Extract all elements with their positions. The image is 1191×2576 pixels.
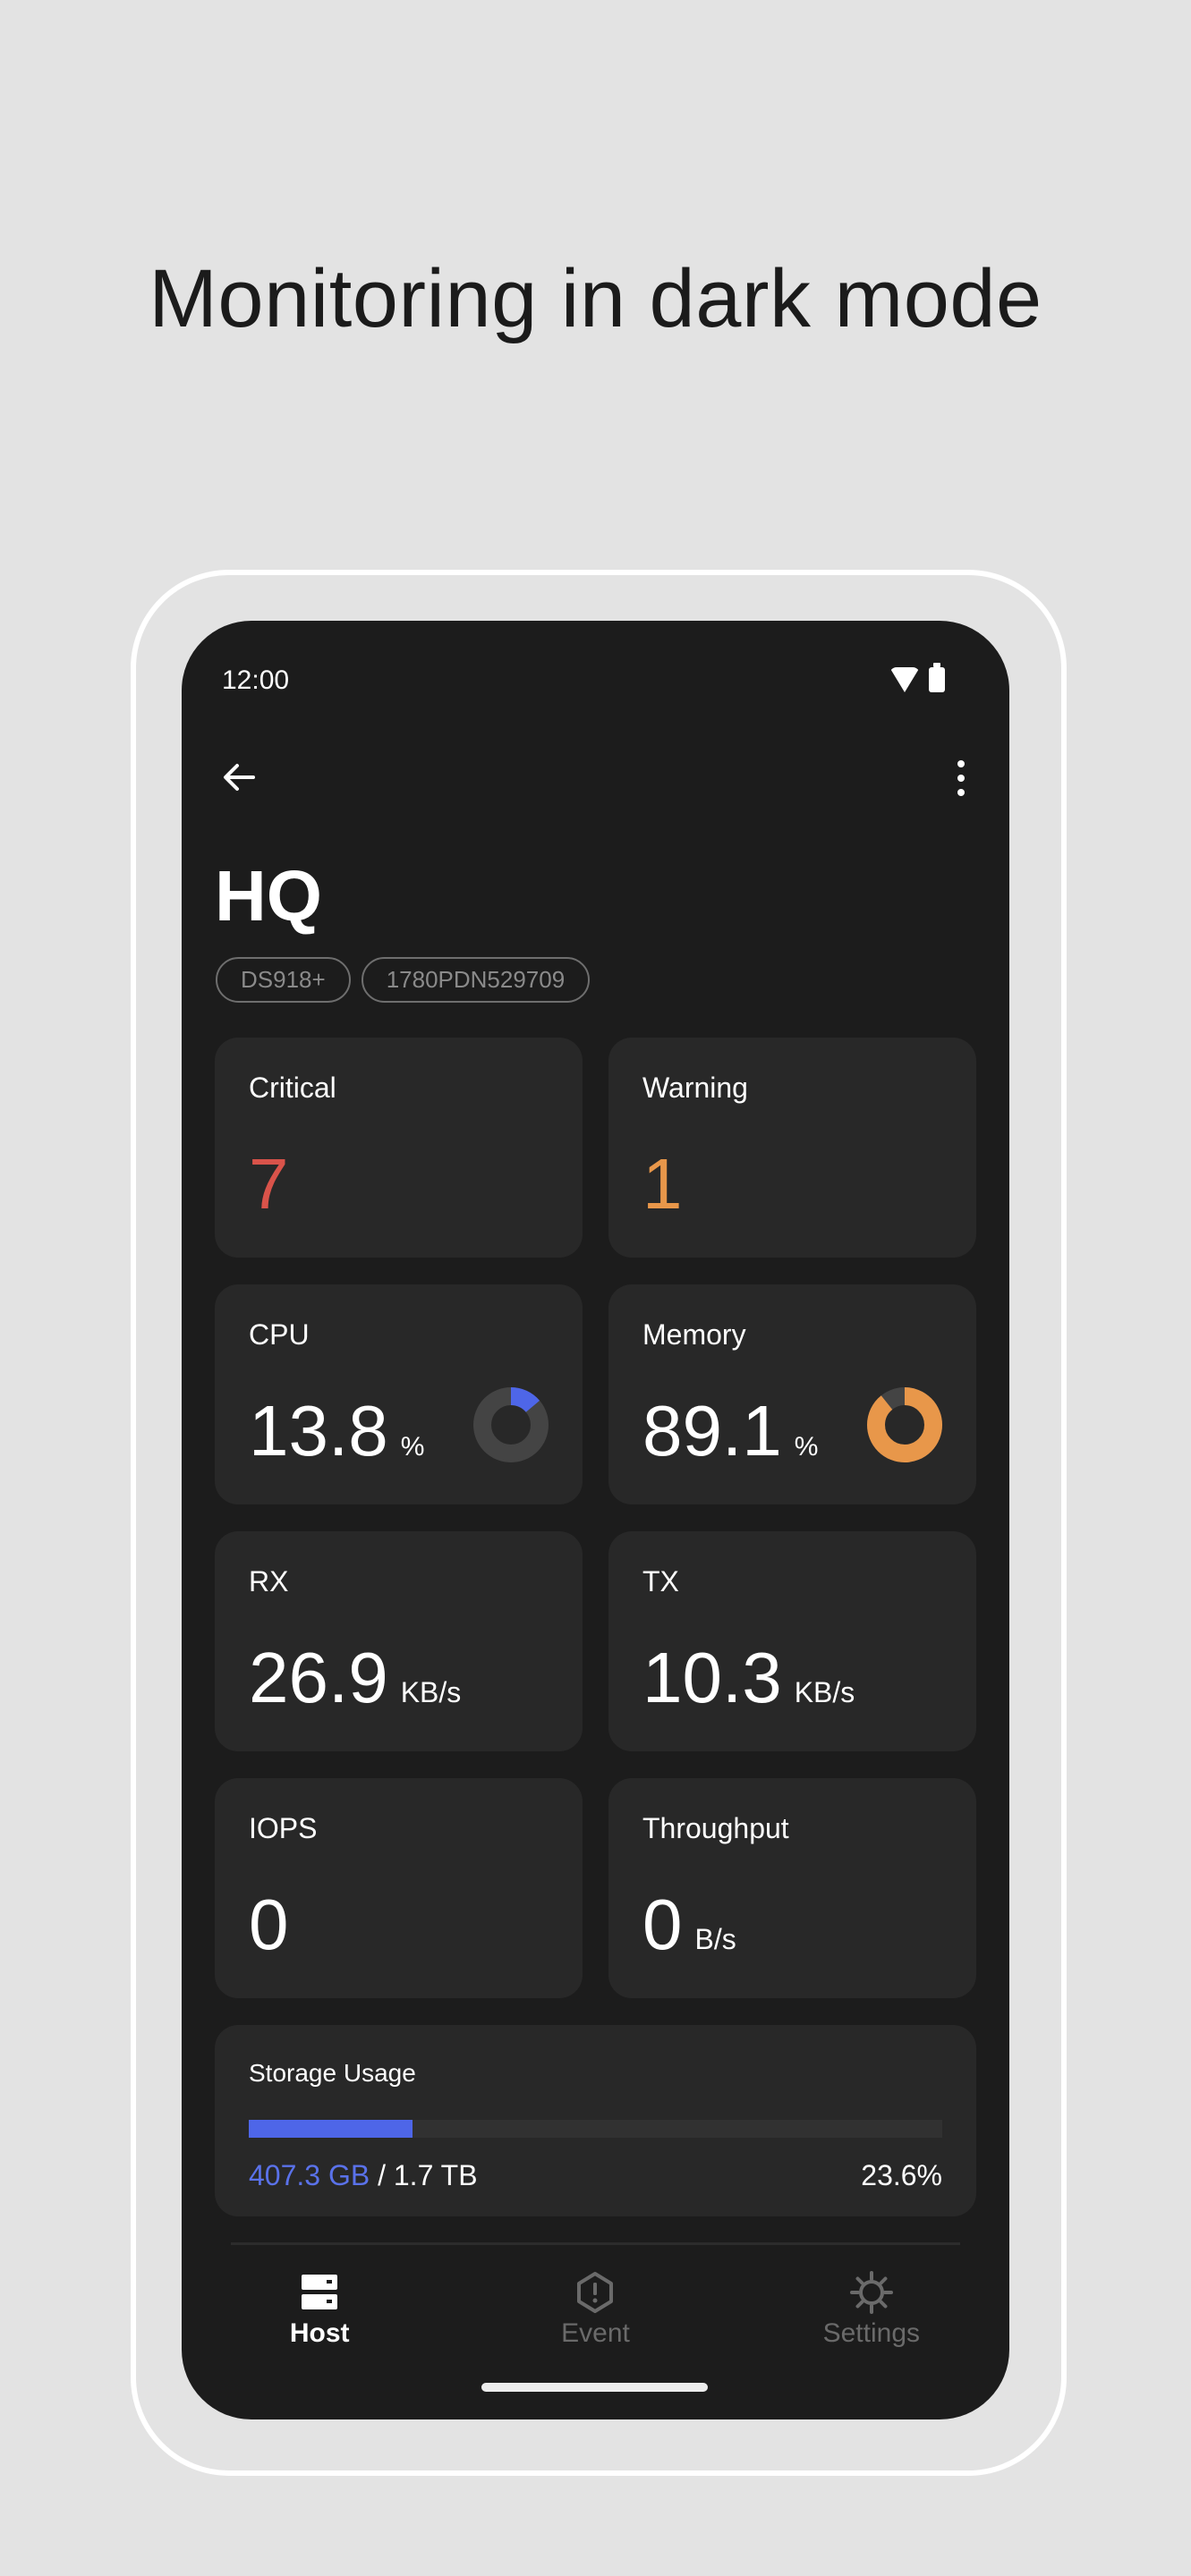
battery-icon xyxy=(929,663,945,692)
storage-progress-fill xyxy=(249,2120,413,2138)
tx-unit: KB/s xyxy=(794,1676,855,1708)
host-title: HQ xyxy=(215,856,322,936)
memory-donut-chart xyxy=(867,1387,942,1462)
memory-donut-arc xyxy=(867,1387,942,1462)
tx-card[interactable]: TX 10.3 KB/s xyxy=(608,1531,976,1751)
storage-total: / 1.7 TB xyxy=(370,2159,478,2191)
iops-card[interactable]: IOPS 0 xyxy=(215,1778,583,1998)
gear-icon xyxy=(849,2270,894,2315)
throughput-card[interactable]: Throughput 0 B/s xyxy=(608,1778,976,1998)
cpu-donut-chart xyxy=(473,1387,549,1462)
warning-card[interactable]: Warning 1 xyxy=(608,1038,976,1258)
iops-value: 0 xyxy=(249,1885,289,1964)
nav-label-settings: Settings xyxy=(822,2318,921,2348)
tx-value: 10.3 xyxy=(642,1638,782,1717)
more-vert-icon-dot xyxy=(957,760,965,767)
cpu-unit: % xyxy=(400,1432,425,1462)
phone-screen: 12:00 HQ DS918+ 1780PDN529709 Critical 7… xyxy=(182,621,1009,2419)
critical-card[interactable]: Critical 7 xyxy=(215,1038,583,1258)
rx-card[interactable]: RX 26.9 KB/s xyxy=(215,1531,583,1751)
storage-usage-card[interactable]: Storage Usage 407.3 GB / 1.7 TB 23.6% xyxy=(215,2025,976,2216)
home-indicator[interactable] xyxy=(481,2383,708,2392)
more-vert-icon-dot xyxy=(957,775,965,782)
promo-headline: Monitoring in dark mode xyxy=(149,253,1042,344)
nav-divider xyxy=(231,2242,960,2245)
bottom-navigation: Host Event Settings xyxy=(182,2258,1009,2356)
card-label: CPU xyxy=(249,1318,310,1351)
throughput-unit: B/s xyxy=(694,1923,736,1955)
nav-label-event: Event xyxy=(561,2318,630,2348)
model-chip: DS918+ xyxy=(216,957,351,1003)
more-options-button[interactable] xyxy=(941,755,981,801)
memory-unit: % xyxy=(794,1432,819,1462)
rx-unit: KB/s xyxy=(400,1676,462,1708)
rx-value: 26.9 xyxy=(249,1638,388,1717)
card-label: Throughput xyxy=(642,1812,789,1844)
nav-label-host: Host xyxy=(289,2318,350,2348)
card-label: TX xyxy=(642,1565,679,1597)
throughput-value: 0 xyxy=(642,1885,683,1964)
alert-hexagon-icon xyxy=(573,2270,617,2315)
storage-percent: 23.6% xyxy=(861,2159,942,2191)
wifi-icon xyxy=(889,667,920,692)
nav-item-settings[interactable]: Settings xyxy=(734,2258,1009,2356)
memory-value: 89.1 xyxy=(642,1391,782,1470)
status-time: 12:00 xyxy=(222,665,290,695)
memory-card[interactable]: Memory 89.1 % xyxy=(608,1284,976,1504)
arrow-left-icon xyxy=(224,764,255,791)
more-vert-icon-dot xyxy=(957,789,965,796)
storage-used: 407.3 GB xyxy=(249,2159,370,2191)
card-label: Critical xyxy=(249,1072,336,1104)
warning-count: 1 xyxy=(642,1144,683,1224)
back-button[interactable] xyxy=(217,755,262,800)
card-label: RX xyxy=(249,1565,289,1597)
nav-item-event[interactable]: Event xyxy=(457,2258,733,2356)
storage-label: Storage Usage xyxy=(249,2059,416,2087)
nav-item-host[interactable]: Host xyxy=(182,2258,457,2356)
storage-used-total: 407.3 GB / 1.7 TB xyxy=(249,2159,478,2192)
card-label: IOPS xyxy=(249,1812,318,1844)
storage-progress-track xyxy=(249,2120,942,2138)
status-icons xyxy=(889,663,945,692)
cpu-card[interactable]: CPU 13.8 % xyxy=(215,1284,583,1504)
serial-chip: 1780PDN529709 xyxy=(361,957,591,1003)
server-icon xyxy=(297,2270,342,2315)
cpu-value: 13.8 xyxy=(249,1391,388,1470)
host-chips: DS918+ 1780PDN529709 xyxy=(216,957,591,1003)
card-label: Memory xyxy=(642,1318,746,1351)
critical-count: 7 xyxy=(249,1144,289,1224)
card-label: Warning xyxy=(642,1072,748,1104)
